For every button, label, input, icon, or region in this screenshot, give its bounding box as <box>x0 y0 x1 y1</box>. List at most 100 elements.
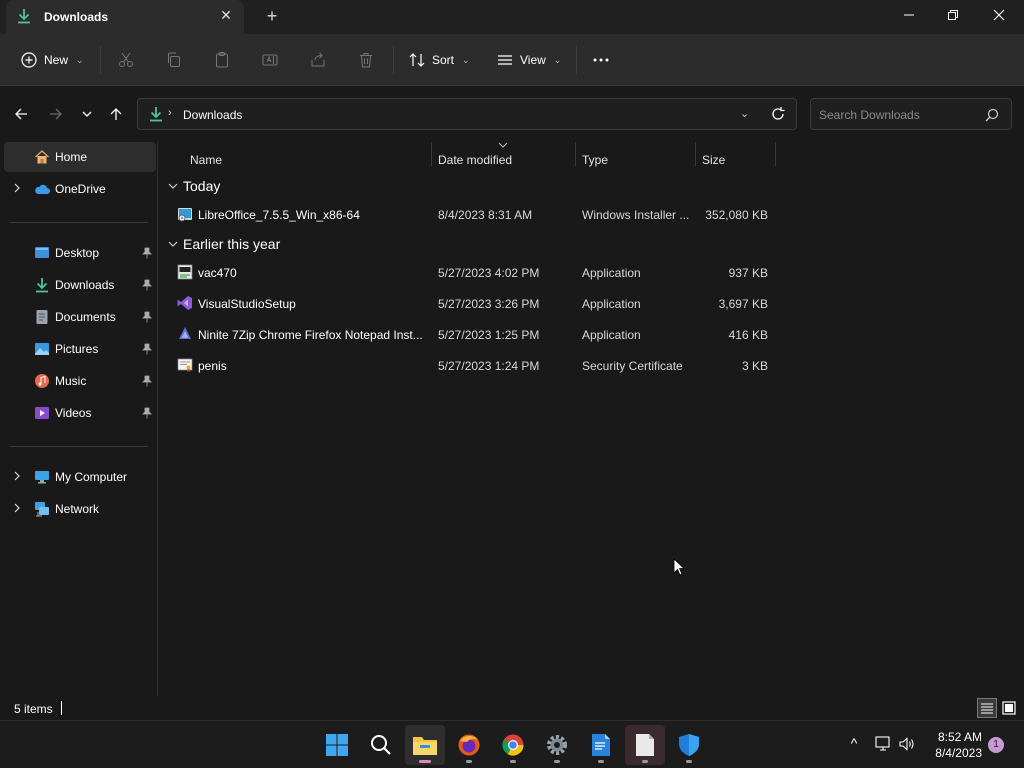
running-indicator <box>554 760 560 763</box>
details-view-button[interactable] <box>977 698 997 718</box>
start-button[interactable] <box>317 725 357 765</box>
divider <box>10 222 148 223</box>
chevron-right-icon[interactable] <box>12 471 22 481</box>
tab-downloads[interactable]: Downloads ✕ <box>6 0 244 34</box>
running-indicator <box>642 760 648 763</box>
taskbar-windows-security[interactable] <box>669 725 709 765</box>
taskbar-libreoffice-writer[interactable] <box>581 725 621 765</box>
file-row[interactable]: Ninite 7Zip Chrome Firefox Notepad Inst.… <box>173 320 777 348</box>
chevron-down-icon <box>168 183 178 189</box>
sidebar-item-videos[interactable]: Videos <box>4 398 156 428</box>
new-button[interactable]: New ⌄ <box>20 46 84 74</box>
group-header-today[interactable]: Today <box>167 174 220 198</box>
clock[interactable]: 8:52 AM 8/4/2023 <box>906 729 982 761</box>
pin-icon[interactable] <box>142 279 152 291</box>
column-header-name[interactable]: Name <box>190 148 222 172</box>
address-bar[interactable]: › Downloads ⌄ <box>137 98 797 130</box>
large-icons-view-button[interactable] <box>999 698 1019 718</box>
sidebar-item-downloads[interactable]: Downloads <box>4 270 156 300</box>
sidebar-item-desktop[interactable]: Desktop <box>4 238 156 268</box>
sidebar-item-documents[interactable]: Documents <box>4 302 156 332</box>
file-name: Ninite 7Zip Chrome Firefox Notepad Inst.… <box>198 328 423 342</box>
cut-button[interactable] <box>117 46 135 74</box>
copy-icon <box>168 52 180 67</box>
notification-badge[interactable]: 1 <box>988 737 1004 753</box>
rename-button[interactable] <box>261 46 279 74</box>
file-name: penis <box>198 359 227 373</box>
restore-button[interactable] <box>930 0 976 30</box>
file-size: 3,697 KB <box>718 297 768 311</box>
column-divider[interactable] <box>695 142 696 166</box>
paste-button[interactable] <box>213 46 231 74</box>
sidebar-item-pictures[interactable]: Pictures <box>4 334 156 364</box>
scissors-icon <box>119 52 133 67</box>
sidebar-item-my-computer[interactable]: My Computer <box>4 462 156 492</box>
taskbar-search-button[interactable] <box>361 725 401 765</box>
sidebar-item-home[interactable]: Home <box>4 142 156 172</box>
downloads-icon <box>36 278 48 293</box>
file-type: Application <box>582 297 641 311</box>
pin-icon[interactable] <box>142 247 152 259</box>
column-header-type[interactable]: Type <box>582 148 608 172</box>
show-hidden-icons-button[interactable]: ^ <box>845 735 863 753</box>
close-window-button[interactable] <box>976 0 1022 30</box>
download-arrow-icon <box>18 9 30 24</box>
taskbar-file-explorer[interactable] <box>405 725 445 765</box>
share-button[interactable] <box>309 46 327 74</box>
close-icon <box>993 9 1005 21</box>
view-button[interactable]: View ⌄ <box>496 46 561 74</box>
download-arrow-icon <box>150 107 162 122</box>
more-options-button[interactable] <box>592 46 610 74</box>
file-date-modified: 5/27/2023 1:24 PM <box>438 359 540 373</box>
sidebar-item-label: Home <box>55 150 88 164</box>
item-count: 5 items <box>14 702 53 716</box>
address-history-chevron-icon[interactable]: ⌄ <box>740 107 749 120</box>
up-button[interactable] <box>105 104 127 124</box>
tiles-view-icon <box>1002 701 1016 715</box>
back-button[interactable] <box>10 104 32 124</box>
taskbar-firefox[interactable] <box>449 725 489 765</box>
pin-icon[interactable] <box>142 375 152 387</box>
chevron-right-icon[interactable] <box>12 183 22 193</box>
breadcrumb-downloads[interactable]: Downloads <box>183 108 242 122</box>
search-icon[interactable] <box>985 108 999 122</box>
taskbar-libreoffice[interactable] <box>625 725 665 765</box>
recent-locations-button[interactable] <box>76 104 98 124</box>
column-divider[interactable] <box>431 142 432 166</box>
file-row[interactable]: penis 5/27/2023 1:24 PM Security Certifi… <box>173 351 777 379</box>
sidebar-item-onedrive[interactable]: OneDrive <box>4 174 156 204</box>
search-input[interactable] <box>819 105 979 125</box>
divider <box>100 46 101 74</box>
column-divider[interactable] <box>775 142 776 166</box>
search-box[interactable] <box>810 98 1012 130</box>
chevron-right-icon[interactable] <box>12 503 22 513</box>
delete-button[interactable] <box>357 46 375 74</box>
copy-button[interactable] <box>165 46 183 74</box>
sort-button[interactable]: Sort ⌄ <box>408 46 470 74</box>
column-divider[interactable] <box>575 142 576 166</box>
new-tab-button[interactable]: + <box>262 6 282 26</box>
taskbar-settings[interactable] <box>537 725 577 765</box>
file-row[interactable]: VisualStudioSetup 5/27/2023 3:26 PM Appl… <box>173 289 777 317</box>
sidebar-item-label: Pictures <box>55 342 99 356</box>
minimize-button[interactable] <box>886 0 932 30</box>
pin-icon[interactable] <box>142 311 152 323</box>
pin-icon[interactable] <box>142 407 152 419</box>
column-header-size[interactable]: Size <box>702 148 725 172</box>
view-list-icon <box>498 55 512 65</box>
forward-button[interactable] <box>45 104 67 124</box>
column-header-date-modified[interactable]: Date modified <box>438 148 512 172</box>
close-tab-icon[interactable]: ✕ <box>218 7 234 23</box>
network-icon <box>35 502 49 517</box>
sidebar-item-music[interactable]: Music <box>4 366 156 396</box>
clipboard-icon <box>216 52 228 68</box>
refresh-icon[interactable] <box>770 106 786 122</box>
group-header-earlier-this-year[interactable]: Earlier this year <box>167 232 280 256</box>
taskbar-chrome[interactable] <box>493 725 533 765</box>
minimize-icon <box>904 14 914 16</box>
pin-icon[interactable] <box>142 343 152 355</box>
network-status-icon[interactable] <box>874 735 892 753</box>
sidebar-item-network[interactable]: Network <box>4 494 156 524</box>
file-row[interactable]: LibreOffice_7.5.5_Win_x86-64 8/4/2023 8:… <box>173 200 777 228</box>
file-row[interactable]: vac470 5/27/2023 4:02 PM Application 937… <box>173 258 777 286</box>
